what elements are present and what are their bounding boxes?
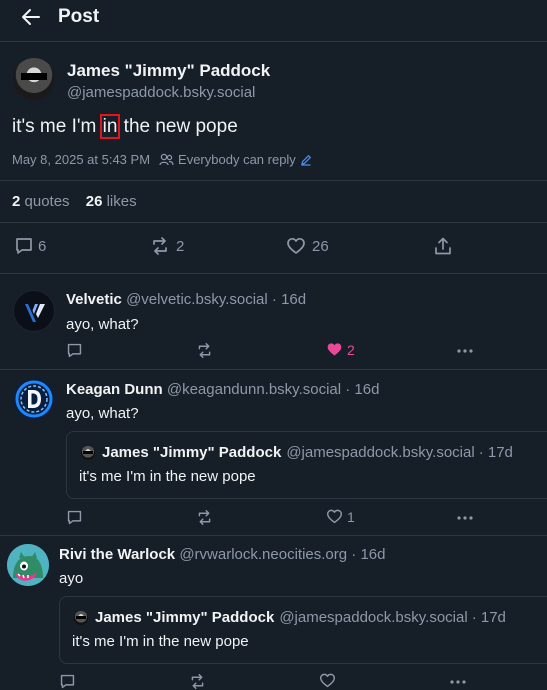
reply-text: ayo, what? xyxy=(66,316,139,333)
avatar[interactable] xyxy=(13,378,55,420)
avatar[interactable] xyxy=(7,544,49,586)
heart-filled-icon xyxy=(327,343,342,356)
reply-button[interactable] xyxy=(66,342,83,359)
quote-age: · 17d xyxy=(478,444,513,461)
reply-author-name[interactable]: Rivi the Warlock xyxy=(59,546,175,563)
repost-icon xyxy=(198,509,211,526)
repost-button[interactable]: 2 xyxy=(150,236,184,256)
page-header: Post xyxy=(0,0,547,42)
reply-header: Keagan Dunn @keagandunn.bsky.social · 16… xyxy=(66,381,379,398)
author-name[interactable]: James "Jimmy" Paddock xyxy=(67,61,270,81)
comment-icon xyxy=(67,510,82,525)
avatar[interactable] xyxy=(13,290,55,332)
more-options-button[interactable] xyxy=(456,509,474,526)
repost-icon xyxy=(153,237,167,255)
post-text-start: it's me I'm xyxy=(12,116,102,137)
heart-icon xyxy=(287,237,305,254)
post-text: it's me I'm in the new pope xyxy=(12,114,238,139)
repost-button[interactable] xyxy=(196,509,213,526)
reply-button[interactable] xyxy=(66,509,83,526)
back-arrow-icon[interactable] xyxy=(20,6,42,28)
share-button[interactable] xyxy=(433,236,453,256)
avatar xyxy=(81,445,95,460)
quote-text: it's me I'm in the new pope xyxy=(72,633,249,650)
reply-item[interactable]: Rivi the Warlock @rvwarlock.neocities.or… xyxy=(0,535,547,690)
reply-text: ayo xyxy=(59,570,84,587)
reply-header: Rivi the Warlock @rvwarlock.neocities.or… xyxy=(59,546,385,563)
repost-count: 2 xyxy=(176,237,185,255)
reply-age: · 16d xyxy=(271,291,307,308)
like-button[interactable]: 1 xyxy=(326,508,355,525)
divider xyxy=(0,180,547,181)
comment-icon xyxy=(60,674,75,689)
divider xyxy=(0,222,547,223)
reply-header: Velvetic @velvetic.bsky.social · 16d xyxy=(66,291,306,308)
post-actions: 6 2 26 xyxy=(0,235,547,259)
reply-author-name[interactable]: Keagan Dunn xyxy=(66,381,163,398)
more-options-button[interactable] xyxy=(456,342,474,359)
people-icon xyxy=(159,153,174,166)
reply-text: ayo, what? xyxy=(66,405,139,422)
quote-header: James "Jimmy" Paddock @jamespaddock.bsky… xyxy=(74,609,506,626)
ellipsis-icon xyxy=(457,516,473,520)
likes-label[interactable]: likes xyxy=(107,193,137,210)
reply-age: · 16d xyxy=(351,546,386,563)
reply-button[interactable] xyxy=(59,673,76,690)
repost-icon xyxy=(191,673,204,690)
d-logo-icon xyxy=(15,380,53,418)
like-button[interactable] xyxy=(319,672,336,689)
quote-card[interactable]: James "Jimmy" Paddock @jamespaddock.bsky… xyxy=(66,431,547,499)
quote-author-handle: @jamespaddock.bsky.social xyxy=(279,609,468,626)
reply-author-handle[interactable]: @rvwarlock.neocities.org xyxy=(179,546,347,563)
repost-icon xyxy=(198,342,211,359)
quotes-count[interactable]: 2 xyxy=(12,193,20,210)
reply-setting-button[interactable]: Everybody can reply xyxy=(159,152,316,167)
like-count: 1 xyxy=(347,508,355,525)
repost-button[interactable] xyxy=(196,342,213,359)
more-options-button[interactable] xyxy=(449,673,467,690)
heart-icon xyxy=(326,509,343,524)
like-button[interactable]: 26 xyxy=(286,236,329,256)
ellipsis-icon xyxy=(457,349,473,353)
reply-count: 6 xyxy=(38,237,47,255)
avatar[interactable] xyxy=(13,58,55,100)
quote-card[interactable]: James "Jimmy" Paddock @jamespaddock.bsky… xyxy=(59,596,547,664)
repost-button[interactable] xyxy=(189,673,206,690)
page-title: Post xyxy=(58,6,100,27)
quote-age: · 17d xyxy=(471,609,506,626)
like-count: 26 xyxy=(312,237,329,255)
reply-age: · 16d xyxy=(345,381,380,398)
like-button[interactable]: 2 xyxy=(326,341,355,358)
reply-author-handle[interactable]: @velvetic.bsky.social xyxy=(126,291,268,308)
quote-header: James "Jimmy" Paddock @jamespaddock.bsky… xyxy=(81,444,513,461)
post-stats: 2 quotes 26 likes xyxy=(12,193,137,210)
quote-author-handle: @jamespaddock.bsky.social xyxy=(286,444,475,461)
pencil-icon[interactable] xyxy=(300,154,312,166)
heart-icon xyxy=(319,673,336,688)
author-handle[interactable]: @jamespaddock.bsky.social xyxy=(67,84,255,101)
reply-author-name[interactable]: Velvetic xyxy=(66,291,122,308)
share-icon xyxy=(435,237,451,255)
like-count: 2 xyxy=(347,341,355,358)
quote-text: it's me I'm in the new pope xyxy=(79,468,256,485)
highlighted-word: in xyxy=(99,114,121,139)
reply-setting-label: Everybody can reply xyxy=(178,152,296,167)
avatar xyxy=(74,610,88,625)
ellipsis-icon xyxy=(450,680,466,684)
velvetic-logo-icon xyxy=(25,304,45,322)
reply-author-handle[interactable]: @keagandunn.bsky.social xyxy=(167,381,341,398)
reply-item[interactable]: Keagan Dunn @keagandunn.bsky.social · 16… xyxy=(0,369,547,535)
post-text-end: the new pope xyxy=(118,116,238,137)
likes-count[interactable]: 26 xyxy=(86,193,103,210)
reply-item[interactable]: Velvetic @velvetic.bsky.social · 16d ayo… xyxy=(0,273,547,369)
post-meta: May 8, 2025 at 5:43 PM Everybody can rep… xyxy=(12,152,316,167)
reply-button[interactable]: 6 xyxy=(14,236,46,256)
warlock-creature-icon xyxy=(7,544,49,586)
comment-icon xyxy=(16,238,32,254)
comment-icon xyxy=(67,343,82,358)
quote-author-name: James "Jimmy" Paddock xyxy=(102,444,282,461)
quote-author-name: James "Jimmy" Paddock xyxy=(95,609,275,626)
quotes-label[interactable]: quotes xyxy=(25,193,70,210)
post-timestamp: May 8, 2025 at 5:43 PM xyxy=(12,152,151,167)
